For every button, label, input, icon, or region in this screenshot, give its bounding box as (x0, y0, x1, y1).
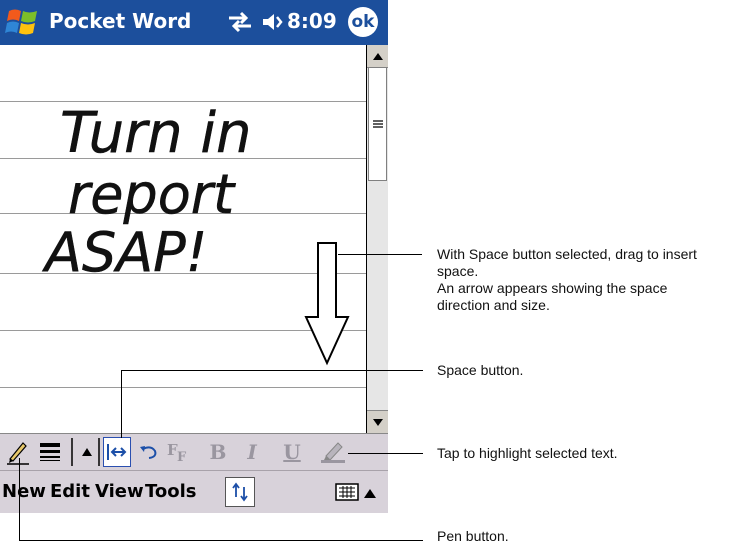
handwriting-line: report (68, 163, 236, 226)
clock[interactable]: 8:09 (287, 9, 337, 33)
font-icon: F F (167, 441, 187, 463)
connectivity-icon[interactable] (227, 10, 253, 39)
callout-line (19, 458, 20, 541)
volume-icon[interactable] (260, 10, 286, 39)
line-width-button[interactable] (36, 437, 64, 467)
ok-button[interactable]: ok (348, 7, 378, 37)
grip-icon (372, 120, 383, 128)
handwriting-ink: Turn in report ASAP! (42, 101, 350, 366)
keyboard-icon[interactable] (335, 483, 359, 506)
space-icon (107, 444, 127, 460)
title-bar: Pocket Word 8:09 ok (0, 0, 388, 45)
menu-view[interactable]: View (95, 481, 144, 502)
arrow-up-icon (82, 448, 92, 456)
vertical-scrollbar[interactable] (366, 45, 388, 433)
recognize-toggle-button[interactable] (225, 477, 255, 507)
handwriting-line: Turn in (60, 101, 251, 166)
callout-line (338, 254, 422, 255)
pen-toolbar: F F B I U (0, 433, 388, 470)
highlighter-icon (321, 442, 345, 463)
arrow-up-icon (372, 52, 383, 60)
underline-button[interactable]: U (280, 437, 304, 467)
arrow-down-icon (372, 418, 383, 426)
arrow-up-icon (364, 489, 376, 498)
pocket-pc-screen: Pocket Word 8:09 ok Turn in report ASAP! (0, 0, 388, 513)
italic-button[interactable]: I (240, 437, 264, 467)
pen-button[interactable] (4, 437, 32, 467)
callout-highlight: Tap to highlight selected text. (437, 445, 618, 461)
space-button[interactable] (103, 437, 131, 467)
undo-icon (140, 446, 157, 459)
font-button[interactable]: F F (165, 437, 193, 467)
callout-space-drag: With Space button selected, drag to inse… (437, 246, 697, 313)
menu-bar: New Edit View Tools (0, 470, 388, 513)
scroll-down-button[interactable] (367, 410, 388, 433)
writing-area[interactable]: Turn in report ASAP! (0, 45, 366, 433)
app-title: Pocket Word (49, 9, 192, 33)
callout-line (121, 370, 423, 371)
menu-tools[interactable]: Tools (145, 481, 197, 502)
windows-flag-icon[interactable] (5, 6, 41, 43)
callout-line (348, 453, 423, 454)
scroll-thumb[interactable] (368, 67, 387, 181)
input-panel-arrow-button[interactable] (364, 485, 376, 503)
toolbar-divider (68, 437, 76, 467)
handwriting-line: ASAP! (42, 221, 207, 284)
menu-new[interactable]: New (2, 481, 46, 502)
toolbar-expand-button[interactable] (80, 437, 94, 467)
undo-button[interactable] (135, 437, 161, 467)
svg-text:F: F (177, 450, 187, 463)
line-width-icon (40, 443, 60, 461)
menu-edit[interactable]: Edit (50, 481, 90, 502)
pen-icon (7, 442, 29, 465)
callout-space-button: Space button. (437, 362, 524, 378)
callout-line (19, 540, 423, 541)
scroll-up-button[interactable] (367, 45, 388, 68)
bold-button[interactable]: B (206, 437, 230, 467)
highlighter-button[interactable] (318, 437, 348, 467)
callout-pen-button: Pen button. (437, 528, 509, 544)
callout-line (121, 370, 122, 438)
up-down-arrows-icon (232, 482, 248, 502)
toolbar-divider (96, 437, 102, 467)
space-direction-arrow-icon (304, 242, 350, 366)
